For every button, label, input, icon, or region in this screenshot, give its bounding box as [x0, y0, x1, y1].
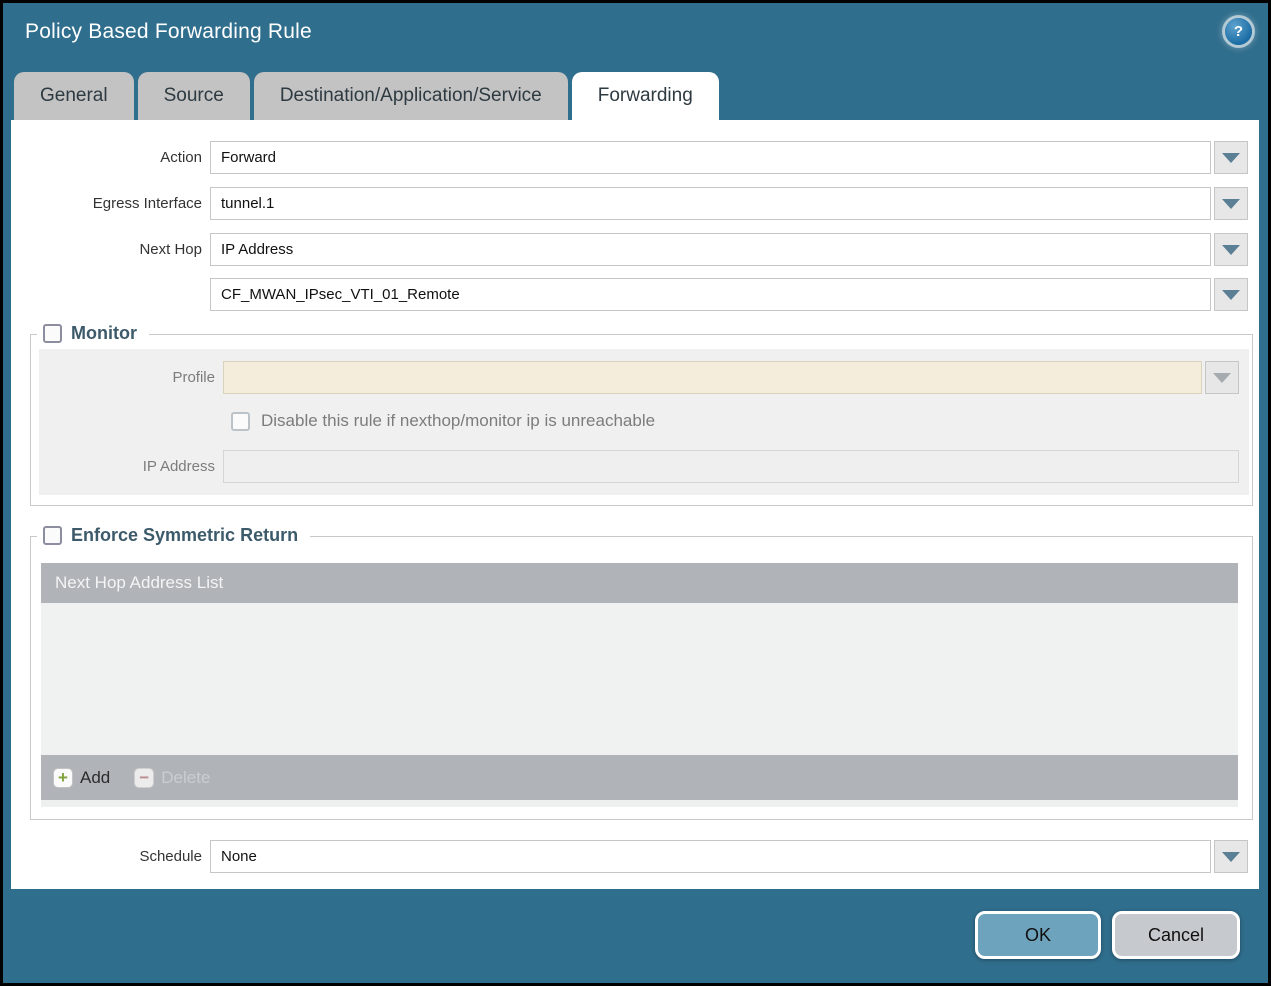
next-hop-address-list-table: Next Hop Address List + Add − Delete — [41, 563, 1238, 807]
next-hop-address-dropdown-button[interactable] — [1214, 278, 1248, 311]
chevron-down-icon — [1222, 289, 1240, 300]
help-icon[interactable]: ? — [1225, 18, 1252, 45]
egress-interface-dropdown-button[interactable] — [1214, 187, 1248, 220]
egress-interface-row: Egress Interface — [11, 187, 1248, 220]
profile-input — [223, 361, 1202, 394]
enforce-symmetric-return-fieldset: Enforce Symmetric Return Next Hop Addres… — [30, 523, 1253, 820]
egress-interface-input[interactable] — [210, 187, 1211, 220]
disable-rule-checkbox — [231, 411, 250, 431]
next-hop-combo — [210, 233, 1248, 266]
profile-label: Profile — [172, 369, 215, 386]
next-hop-row: Next Hop — [11, 233, 1248, 266]
ok-button[interactable]: OK — [975, 911, 1101, 959]
monitor-ip-address-label: IP Address — [142, 458, 215, 475]
egress-interface-combo — [210, 187, 1248, 220]
action-row: Action — [11, 141, 1248, 174]
schedule-label: Schedule — [139, 848, 202, 865]
action-combo — [210, 141, 1248, 174]
dialog-action-buttons: OK Cancel — [975, 911, 1240, 959]
profile-row: Profile — [39, 361, 1239, 394]
next-hop-address-list-header: Next Hop Address List — [41, 563, 1238, 603]
next-hop-label: Next Hop — [139, 241, 202, 258]
forwarding-tab-panel: Action Egress Interface Next Hop — [11, 120, 1259, 889]
chevron-down-icon — [1213, 372, 1231, 383]
chevron-down-icon — [1222, 152, 1240, 163]
table-bottom-strip — [41, 800, 1238, 807]
chevron-down-icon — [1222, 198, 1240, 209]
enforce-legend-label: Enforce Symmetric Return — [71, 525, 299, 545]
next-hop-type-input[interactable] — [210, 233, 1211, 266]
schedule-combo — [210, 840, 1248, 873]
chevron-down-icon — [1222, 851, 1240, 862]
next-hop-dropdown-button[interactable] — [1214, 233, 1248, 266]
monitor-checkbox[interactable] — [43, 324, 62, 343]
cancel-button[interactable]: Cancel — [1112, 911, 1240, 959]
action-dropdown-button[interactable] — [1214, 141, 1248, 174]
egress-interface-label: Egress Interface — [92, 195, 202, 212]
monitor-legend-label: Monitor — [71, 323, 137, 343]
action-label: Action — [160, 149, 202, 166]
tab-general[interactable]: General — [14, 72, 134, 120]
schedule-dropdown-button[interactable] — [1214, 840, 1248, 873]
monitor-fieldset: Monitor Profile Disable this rule if nex… — [30, 321, 1253, 506]
next-hop-address-list-body[interactable] — [41, 603, 1238, 755]
minus-icon: − — [134, 767, 155, 788]
chevron-down-icon — [1222, 244, 1240, 255]
schedule-row: Schedule — [11, 840, 1248, 873]
dialog-title: Policy Based Forwarding Rule — [25, 20, 312, 43]
tab-forwarding[interactable]: Forwarding — [571, 72, 719, 120]
delete-button: − Delete — [134, 767, 211, 788]
profile-dropdown-button — [1205, 361, 1239, 394]
add-button[interactable]: + Add — [53, 767, 111, 788]
schedule-input[interactable] — [210, 840, 1211, 873]
add-button-label: Add — [80, 767, 111, 787]
action-input[interactable] — [210, 141, 1211, 174]
tab-source[interactable]: Source — [137, 72, 250, 120]
help-glyph: ? — [1233, 23, 1244, 40]
disable-rule-row: Disable this rule if nexthop/monitor ip … — [39, 411, 1239, 431]
next-hop-address-combo — [210, 278, 1248, 311]
monitor-body: Profile Disable this rule if nexthop/mon… — [39, 349, 1249, 495]
monitor-legend: Monitor — [37, 321, 149, 346]
enforce-symmetric-return-checkbox[interactable] — [43, 526, 62, 545]
disable-rule-label: Disable this rule if nexthop/monitor ip … — [261, 411, 656, 430]
next-hop-address-list-toolbar: + Add − Delete — [41, 755, 1238, 800]
monitor-ip-address-row: IP Address — [39, 450, 1239, 483]
delete-button-label: Delete — [161, 767, 211, 787]
enforce-legend: Enforce Symmetric Return — [37, 523, 311, 548]
pbf-rule-dialog: Policy Based Forwarding Rule ? General S… — [0, 0, 1271, 986]
tab-destination-application-service[interactable]: Destination/Application/Service — [253, 72, 568, 120]
monitor-ip-address-input — [223, 450, 1239, 483]
next-hop-address-row — [11, 278, 1248, 311]
next-hop-address-input[interactable] — [210, 278, 1211, 311]
tab-bar: General Source Destination/Application/S… — [14, 72, 719, 120]
plus-icon: + — [53, 767, 73, 788]
